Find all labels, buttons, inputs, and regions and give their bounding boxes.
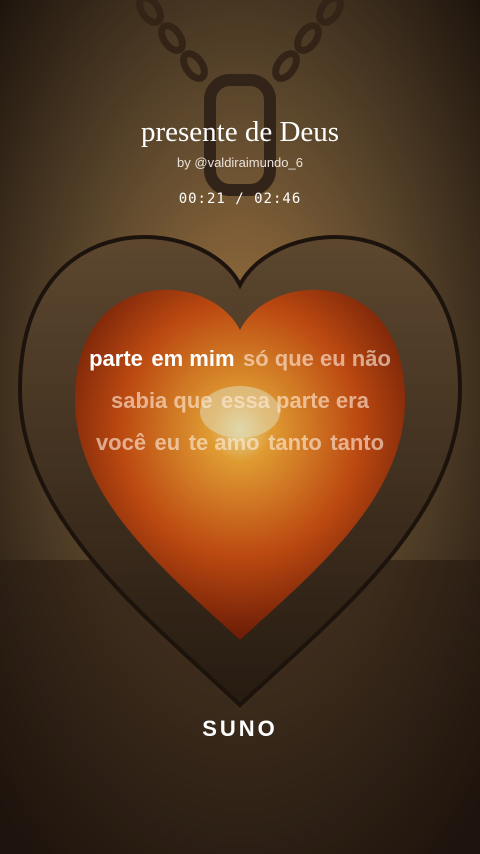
lyrics-panel: parte em mim só que eu não sabia que essa…	[0, 338, 480, 464]
lyric-word: só que eu não	[242, 346, 391, 371]
suno-logo: SUNO	[202, 716, 278, 741]
artist-handle: by @valdiraimundo_6	[177, 155, 303, 170]
lyric-word: tanto	[268, 430, 322, 455]
lyric-word: em mim	[151, 346, 235, 371]
playback-time: 00:21 / 02:46	[178, 191, 302, 207]
lyric-word: parte	[89, 346, 143, 371]
lyric-word: você	[95, 430, 147, 455]
lyric-word: te amo	[188, 430, 260, 455]
lyric-word: essa parte era	[220, 388, 369, 413]
lyric-line: você eu te amo tanto tanto	[0, 422, 480, 464]
song-title: presente de Deus	[140, 116, 340, 148]
lyric-line: sabia que essa parte era	[0, 380, 480, 422]
lyric-line: parte em mim só que eu não	[0, 338, 480, 380]
lyric-word: eu	[154, 430, 181, 455]
lyric-word: sabia que	[111, 388, 213, 413]
lyric-word: tanto	[330, 430, 385, 455]
